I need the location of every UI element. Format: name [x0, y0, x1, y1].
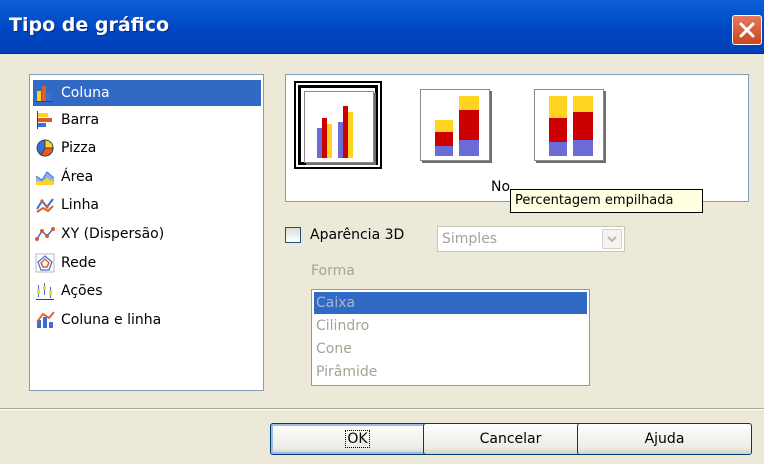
category-label: Barra	[61, 112, 100, 128]
category-item-coluna[interactable]: Coluna	[33, 80, 261, 106]
category-item-xy[interactable]: XY (Dispersão)	[33, 221, 261, 247]
title-bar: Tipo de gráfico	[0, 0, 764, 54]
ok-label: OK	[345, 430, 370, 448]
line-chart-icon	[35, 195, 55, 215]
category-item-rede[interactable]: Rede	[33, 250, 261, 276]
category-label: Rede	[61, 255, 97, 271]
shape-label: Forma	[311, 263, 355, 279]
category-label: Coluna	[61, 85, 110, 101]
category-label: Ações	[61, 283, 103, 299]
variant-preview	[420, 89, 490, 161]
category-item-acoes[interactable]: Ações	[33, 278, 261, 304]
appearance-3d-row[interactable]: Aparência 3D	[285, 227, 404, 243]
variant-preview	[304, 91, 374, 163]
scatter-chart-icon	[35, 224, 55, 244]
button-divider	[0, 408, 764, 410]
help-button[interactable]: Ajuda	[577, 423, 752, 455]
variant-label: No	[491, 179, 511, 195]
category-item-barra[interactable]: Barra	[33, 107, 261, 133]
chevron-down-icon	[607, 236, 617, 243]
appearance-3d-checkbox[interactable]	[285, 227, 301, 243]
chart-category-list[interactable]: Coluna Barra Pizza Área Linha XY (Disper…	[29, 74, 264, 391]
ok-button[interactable]: OK	[270, 423, 445, 455]
category-item-linha[interactable]: Linha	[33, 192, 261, 218]
combo-dropdown-button	[602, 229, 622, 249]
category-label: XY (Dispersão)	[61, 226, 165, 242]
bar-chart-icon	[35, 110, 55, 130]
category-label: Coluna e linha	[61, 312, 162, 328]
close-icon	[739, 22, 755, 38]
stock-chart-icon	[35, 281, 55, 301]
variant-stacked[interactable]	[412, 81, 500, 169]
variant-preview	[534, 89, 604, 161]
net-chart-icon	[35, 253, 55, 273]
column-chart-icon	[35, 83, 55, 103]
shape-item: Pirâmide	[316, 364, 378, 380]
cancel-button[interactable]: Cancelar	[423, 423, 598, 455]
appearance-3d-label: Aparência 3D	[310, 227, 405, 243]
shape-item: Caixa	[314, 292, 587, 314]
chart-variant-panel: No	[285, 74, 749, 202]
variant-percent-stacked[interactable]	[526, 81, 614, 169]
shape-item: Cilindro	[316, 318, 370, 334]
column-line-chart-icon	[35, 310, 55, 330]
area-chart-icon	[35, 167, 55, 187]
variant-tooltip: Percentagem empilhada	[510, 189, 703, 213]
category-label: Pizza	[61, 140, 97, 156]
appearance-3d-combo: Simples	[437, 226, 625, 252]
category-item-coluna-e-linha[interactable]: Coluna e linha	[33, 307, 261, 333]
close-button[interactable]	[732, 15, 762, 45]
shape-item: Cone	[316, 341, 352, 357]
dialog-title: Tipo de gráfico	[9, 14, 170, 36]
category-item-pizza[interactable]: Pizza	[33, 135, 261, 161]
category-item-area[interactable]: Área	[33, 164, 261, 190]
appearance-3d-value: Simples	[442, 231, 498, 247]
category-label: Área	[61, 169, 94, 185]
category-label: Linha	[61, 197, 100, 213]
pie-chart-icon	[35, 138, 55, 158]
variant-normal[interactable]	[294, 81, 382, 169]
cancel-label: Cancelar	[479, 431, 542, 447]
shape-list: Caixa Cilindro Cone Pirâmide	[311, 289, 590, 386]
help-label: Ajuda	[644, 431, 685, 447]
